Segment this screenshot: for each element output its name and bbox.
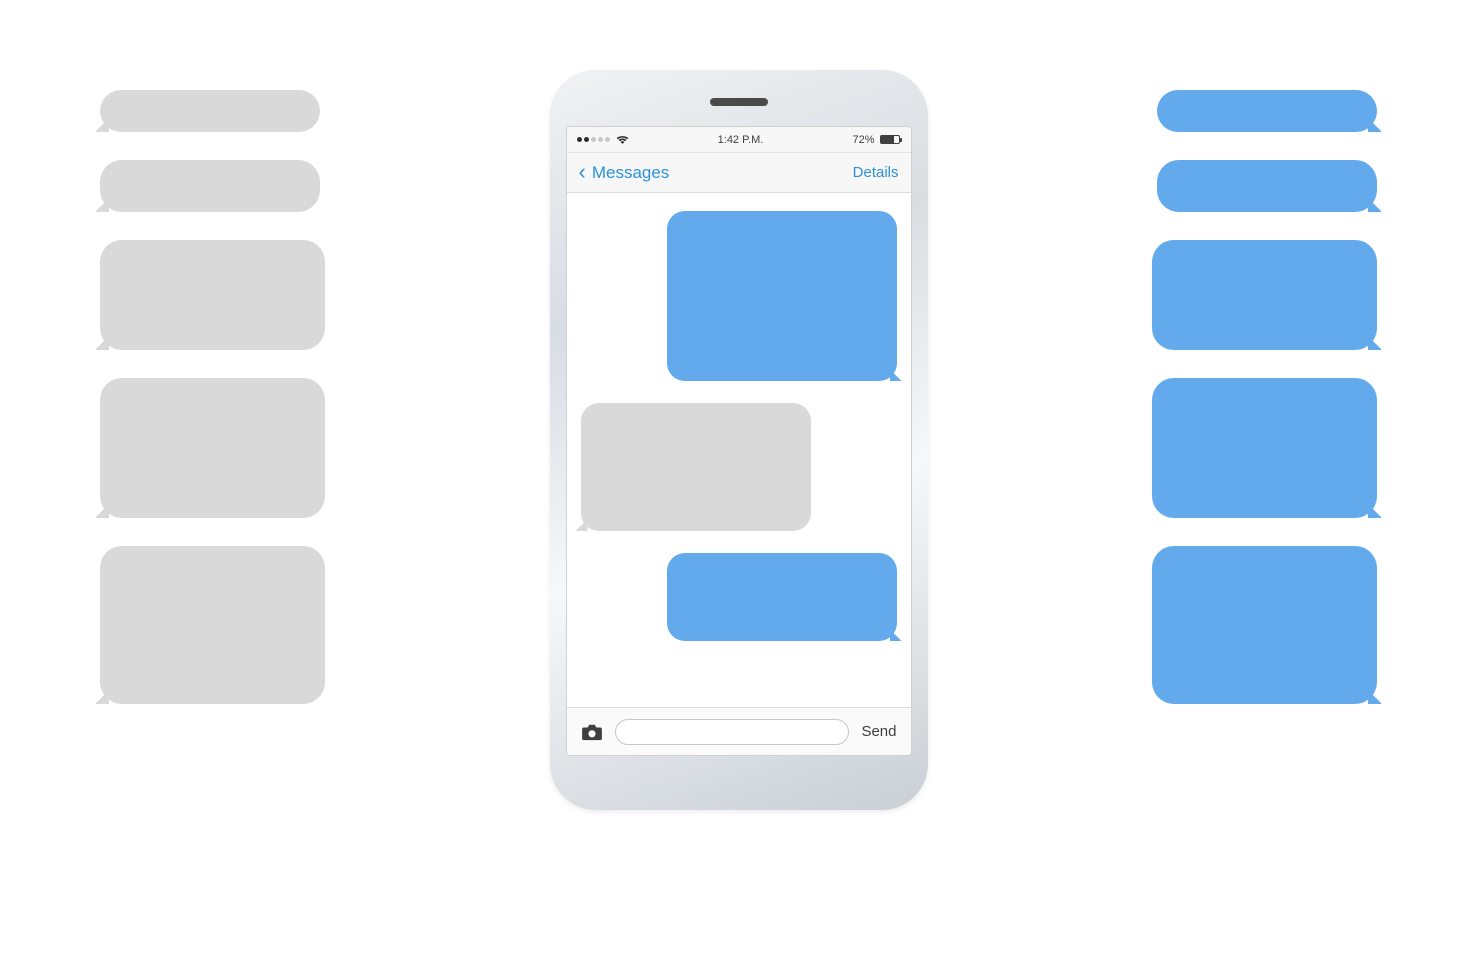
status-bar: 1:42 P.M. 72%: [567, 127, 911, 153]
gray-bubble-1: [100, 90, 320, 132]
canvas: 1:42 P.M. 72% ‹ Messages Details: [0, 0, 1477, 980]
blue-bubble-stack: [1137, 90, 1377, 704]
gray-bubble-stack: [100, 90, 340, 704]
blue-bubble-2: [1157, 160, 1377, 212]
signal-dots-icon: [577, 137, 610, 142]
sent-message-bubble[interactable]: [667, 211, 897, 381]
phone-mockup: 1:42 P.M. 72% ‹ Messages Details: [550, 70, 928, 810]
camera-button[interactable]: [581, 723, 603, 741]
gray-bubble-3: [100, 240, 325, 350]
received-message-bubble[interactable]: [581, 403, 811, 531]
blue-bubble-3: [1152, 240, 1377, 350]
battery-percent: 72%: [852, 134, 874, 146]
back-button[interactable]: ‹ Messages: [579, 163, 670, 183]
message-thread[interactable]: [567, 193, 911, 707]
message-row-recv: [581, 403, 897, 531]
chevron-left-icon: ‹: [579, 161, 586, 183]
phone-screen: 1:42 P.M. 72% ‹ Messages Details: [566, 126, 912, 756]
status-left: [577, 135, 629, 145]
battery-icon: [880, 135, 900, 144]
message-row-sent: [581, 553, 897, 641]
composer-bar: Send: [567, 707, 911, 755]
blue-bubble-5: [1152, 546, 1377, 704]
nav-back-label: Messages: [592, 163, 669, 183]
phone-frame: 1:42 P.M. 72% ‹ Messages Details: [550, 70, 928, 810]
message-row-sent: [581, 211, 897, 381]
sent-message-bubble[interactable]: [667, 553, 897, 641]
gray-bubble-5: [100, 546, 325, 704]
status-right: 72%: [852, 134, 900, 146]
blue-bubble-1: [1157, 90, 1377, 132]
status-time: 1:42 P.M.: [718, 134, 764, 146]
gray-bubble-2: [100, 160, 320, 212]
nav-bar: ‹ Messages Details: [567, 153, 911, 193]
gray-bubble-4: [100, 378, 325, 518]
phone-speaker: [710, 98, 768, 106]
blue-bubble-4: [1152, 378, 1377, 518]
details-button[interactable]: Details: [853, 164, 899, 181]
camera-icon: [581, 723, 603, 741]
message-input[interactable]: [615, 719, 850, 745]
send-button[interactable]: Send: [861, 723, 896, 740]
wifi-icon: [616, 135, 629, 145]
